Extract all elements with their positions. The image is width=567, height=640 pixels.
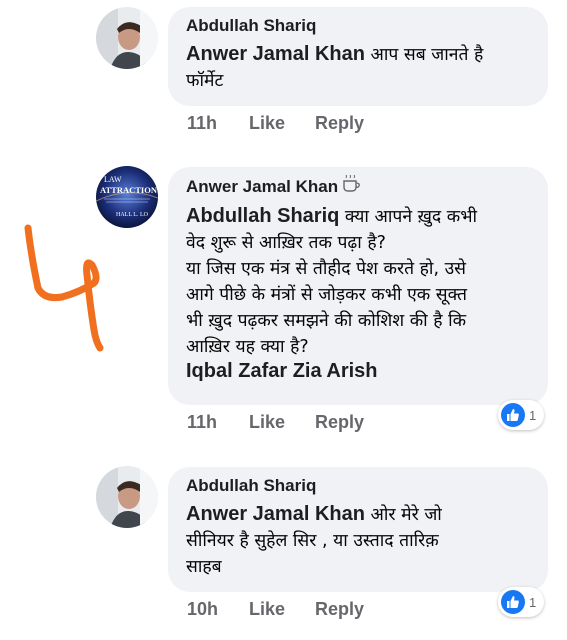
avatar-abdullah-shariq[interactable]	[96, 466, 158, 528]
reply-button[interactable]: Reply	[315, 113, 364, 134]
comment-bubble: Abdullah Shariq Anwer Jamal Khan आप सब ज…	[168, 7, 548, 106]
thumbs-up-icon	[501, 590, 525, 614]
like-button[interactable]: Like	[249, 412, 315, 433]
comment-text: Abdullah Shariq क्या आपने ख़ुद कभी वेद श…	[186, 203, 532, 360]
comment-author[interactable]: Abdullah Shariq	[186, 475, 532, 497]
avatar-anwer-jamal-khan[interactable]: LAW ATTRACTION HALL L. LO	[96, 166, 158, 228]
coffee-cup-icon	[342, 174, 362, 199]
reaction-count: 1	[529, 407, 537, 423]
comment-author-row: Anwer Jamal Khan	[186, 174, 532, 199]
reaction-summary[interactable]: 1	[498, 400, 545, 430]
avatar-abdullah-shariq[interactable]	[96, 7, 158, 69]
thumbs-up-icon	[501, 403, 525, 427]
comment-actions: 11h Like Reply	[187, 111, 364, 135]
comment-author[interactable]: Abdullah Shariq	[186, 15, 532, 37]
comment-actions: 10h Like Reply	[187, 597, 364, 621]
avatar-text-mid: ATTRACTION	[100, 185, 158, 195]
comment-author[interactable]: Anwer Jamal Khan	[186, 176, 338, 198]
comment-bubble: Abdullah Shariq Anwer Jamal Khan ओर मेरे…	[168, 467, 548, 592]
mention-link[interactable]: Anwer Jamal Khan	[186, 43, 365, 65]
comment-body: क्या आपने ख़ुद कभी वेद शुरू से आख़िर तक …	[186, 207, 478, 357]
comment-bubble: Anwer Jamal Khan Abdullah Shariq क्या आप…	[168, 167, 548, 405]
reply-button[interactable]: Reply	[315, 412, 364, 433]
comment-time[interactable]: 11h	[187, 412, 249, 433]
mention-link[interactable]: Anwer Jamal Khan	[186, 503, 365, 525]
reaction-summary[interactable]: 1	[498, 587, 545, 617]
comment-text: Anwer Jamal Khan ओर मेरे जो सीनियर है सु…	[186, 501, 532, 580]
like-button[interactable]: Like	[249, 113, 315, 134]
avatar-text-top: LAW	[104, 175, 122, 184]
reply-button[interactable]: Reply	[315, 599, 364, 620]
like-button[interactable]: Like	[249, 599, 315, 620]
comment-actions: 11h Like Reply	[187, 410, 364, 434]
tagged-user-link[interactable]: Iqbal Zafar Zia Arish	[186, 360, 532, 383]
avatar-text-bottom: HALL L. LO	[116, 212, 149, 218]
reaction-count: 1	[529, 594, 537, 610]
comment-time[interactable]: 10h	[187, 599, 249, 620]
comment-time[interactable]: 11h	[187, 113, 249, 134]
comment-text: Anwer Jamal Khan आप सब जानते है फॉर्मेट	[186, 41, 532, 94]
mention-link[interactable]: Abdullah Shariq	[186, 205, 339, 227]
